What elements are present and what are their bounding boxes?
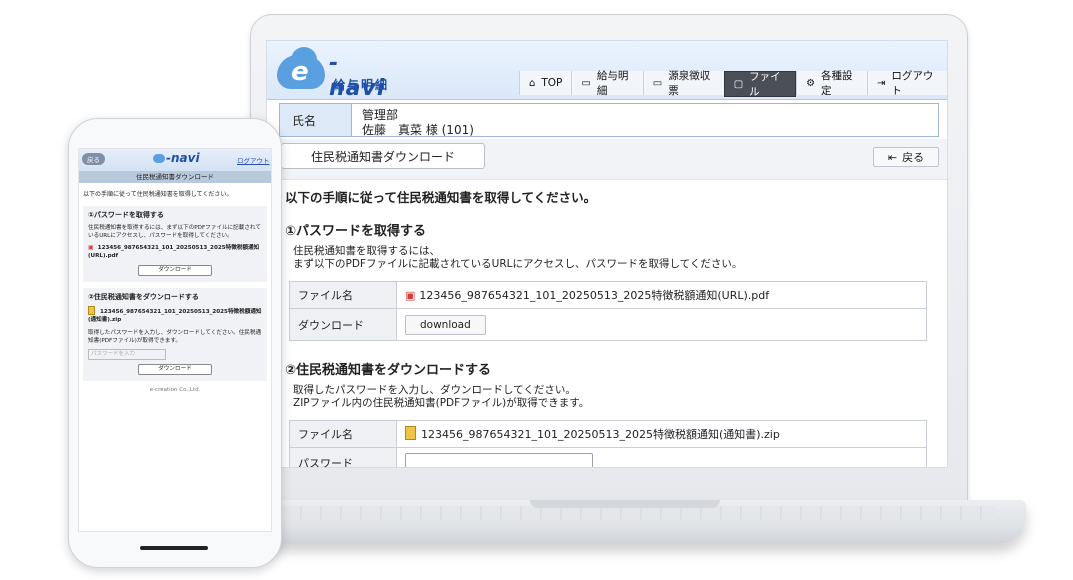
step1-desc-line1: 住民税通知書を取得するには、 <box>293 245 440 257</box>
phone-intro: 以下の手順に従って住民税通知書を取得してください。 <box>83 191 233 198</box>
phone-step2-download-button[interactable]: ダウンロード <box>138 364 212 375</box>
phone-step1-download-button[interactable]: ダウンロード <box>138 265 212 276</box>
file-name-cell: ▣ 123456_987654321_101_20250513_2025特徴税額通… <box>396 281 927 309</box>
nav-settings[interactable]: ⚙ 各種設定 <box>796 70 868 97</box>
step2-desc-line1: 取得したパスワードを入力し、ダウンロードしてください。 <box>293 384 576 396</box>
nav-label: 各種設定 <box>821 70 853 97</box>
step1-desc-line2: まず以下のPDFファイルに記載されているURLにアクセスし、パスワードを取得して… <box>293 258 743 270</box>
logout-icon: ⇥ <box>877 77 886 89</box>
phone-body: 以下の手順に従って住民税通知書を取得してください。 ①パスワードを取得する 住民… <box>83 187 267 393</box>
step1-table: ファイル名 ▣ 123456_987654321_101_20250513_202… <box>289 281 927 341</box>
laptop-notch <box>530 500 720 508</box>
user-name-text: 佐藤 真菜 様 (101) <box>362 123 474 137</box>
gear-icon: ⚙ <box>806 77 816 89</box>
phone-step1-title: ①パスワードを取得する <box>88 211 164 219</box>
phone-password-input[interactable]: パスワードを入力 <box>88 349 166 360</box>
nav-label: ファイル <box>749 71 781 98</box>
home-icon: ⌂ <box>529 77 536 89</box>
file-name-cell: 123456_987654321_101_20250513_2025特徴税額通知… <box>396 420 927 448</box>
pdf-file-name[interactable]: 123456_987654321_101_20250513_2025特徴税額通知… <box>419 289 769 302</box>
phone-home-indicator <box>140 546 208 550</box>
phone-step2-card: ②住民税通知書をダウンロードする 123456_987654321_101_20… <box>83 288 267 381</box>
download-label: ダウンロード <box>289 308 397 341</box>
phone-step1-file: ▣ 123456_987654321_101_20250513_2025特徴税額通… <box>88 244 262 260</box>
nav-file[interactable]: ▢ ファイル <box>723 71 797 98</box>
download-button[interactable]: download <box>405 314 486 335</box>
phone-step2-desc: 取得したパスワードを入力し、ダウンロードしてください。住民税通知書(PDFファイ… <box>88 330 262 344</box>
pdf-icon: ▣ <box>88 244 94 251</box>
name-label: 氏名 <box>280 104 352 136</box>
password-cell <box>396 447 927 467</box>
nav-payslip[interactable]: ▭ 給与明細 <box>571 70 643 97</box>
zip-icon <box>88 306 95 315</box>
monitor-icon: ▭ <box>581 77 591 89</box>
file-name-label: ファイル名 <box>289 420 397 448</box>
phone-step1-desc: 住民税通知書を取得するには、まず以下のPDFファイルに記載されているURLにアク… <box>88 225 261 239</box>
main-content: 以下の手順に従って住民税通知書を取得してください。 ①パスワードを取得する 住民… <box>285 187 935 467</box>
nav-label: ログアウト <box>891 70 934 97</box>
phone-step1-card: ①パスワードを取得する 住民税通知書を取得するには、まず以下のPDFファイルに記… <box>83 206 267 282</box>
page-title-tab: 住民税通知書ダウンロード <box>281 143 485 169</box>
phone-header: 戻る -navi ログアウト <box>79 149 271 171</box>
step2-table: ファイル名 123456_987654321_101_20250513_2025… <box>289 420 927 467</box>
nav-logout[interactable]: ⇥ ログアウト <box>867 70 947 97</box>
back-label: 戻る <box>902 151 925 164</box>
nav-label: 給与明細 <box>596 70 629 97</box>
file-name-label: ファイル名 <box>289 281 397 309</box>
nav-withholding[interactable]: ▭ 源泉徴収票 <box>642 70 724 97</box>
phone-logout-link[interactable]: ログアウト <box>237 155 270 165</box>
step2-desc-line2: ZIPファイル内の住民税通知書(PDFファイル)が取得できます。 <box>293 397 590 409</box>
laptop-screen: e -navi 給与明細 ⌂ TOP ▭ 給与明細 ▭ 源泉徴収票 ▢ ファイル ⚙ 各種… <box>266 40 948 468</box>
page-subbar: 住民税通知書ダウンロード ⇤ 戻る <box>267 139 947 180</box>
download-cell: download <box>396 308 927 341</box>
zip-file-name: 123456_987654321_101_20250513_2025特徴税額通知… <box>421 428 780 441</box>
password-input[interactable] <box>405 452 593 467</box>
phone-step2-file: 123456_987654321_101_20250513_2025特徴税額通知… <box>88 306 262 324</box>
zip-icon <box>405 426 416 440</box>
logo-e-mark: e <box>291 57 309 87</box>
step2-description: 取得したパスワードを入力し、ダウンロードしてください。 ZIPファイル内の住民税… <box>293 384 935 410</box>
intro-text: 以下の手順に従って住民税通知書を取得してください。 <box>285 190 597 205</box>
back-button[interactable]: ⇤ 戻る <box>873 147 939 167</box>
site-header: e -navi 給与明細 ⌂ TOP ▭ 給与明細 ▭ 源泉徴収票 ▢ ファイル ⚙ 各種… <box>267 41 947 101</box>
phone-zip-file-name: 123456_987654321_101_20250513_2025特徴税額通知… <box>88 309 262 323</box>
step1-title: ①パスワードを取得する <box>285 224 427 239</box>
logo-subtext: 給与明細 <box>333 78 390 92</box>
password-label: パスワード <box>289 447 397 467</box>
nav-label: TOP <box>541 77 563 89</box>
phone-page-title: 住民税通知書ダウンロード <box>79 171 271 183</box>
pdf-icon: ▣ <box>405 289 416 302</box>
user-info-box: 氏名 管理部 佐藤 真菜 様 (101) <box>279 103 939 137</box>
step2-title: ②住民税通知書をダウンロードする <box>285 363 492 378</box>
step1-description: 住民税通知書を取得するには、 まず以下のPDFファイルに記載されているURLにア… <box>293 245 935 271</box>
monitor-icon: ▭ <box>652 77 663 89</box>
phone-pdf-file-name[interactable]: 123456_987654321_101_20250513_2025特徴税額通知… <box>88 245 259 259</box>
phone-back-button[interactable]: 戻る <box>82 153 105 165</box>
main-nav: ⌂ TOP ▭ 給与明細 ▭ 源泉徴収票 ▢ ファイル ⚙ 各種設定 ⇥ ログアウト <box>519 70 947 98</box>
back-icon: ⇤ <box>887 150 898 164</box>
phone-step2-title: ②住民税通知書をダウンロードする <box>88 293 199 301</box>
nav-label: 源泉徴収票 <box>668 70 711 97</box>
phone-screen: 戻る -navi ログアウト 住民税通知書ダウンロード 以下の手順に従って住民税… <box>78 148 272 532</box>
enavi-logo[interactable]: e -navi 給与明細 <box>277 47 395 101</box>
phone-logo: -navi <box>153 151 200 165</box>
phone-footer: e-creation Co.,Ltd. <box>149 387 201 393</box>
file-icon: ▢ <box>733 78 744 90</box>
nav-top[interactable]: ⌂ TOP <box>519 71 572 95</box>
